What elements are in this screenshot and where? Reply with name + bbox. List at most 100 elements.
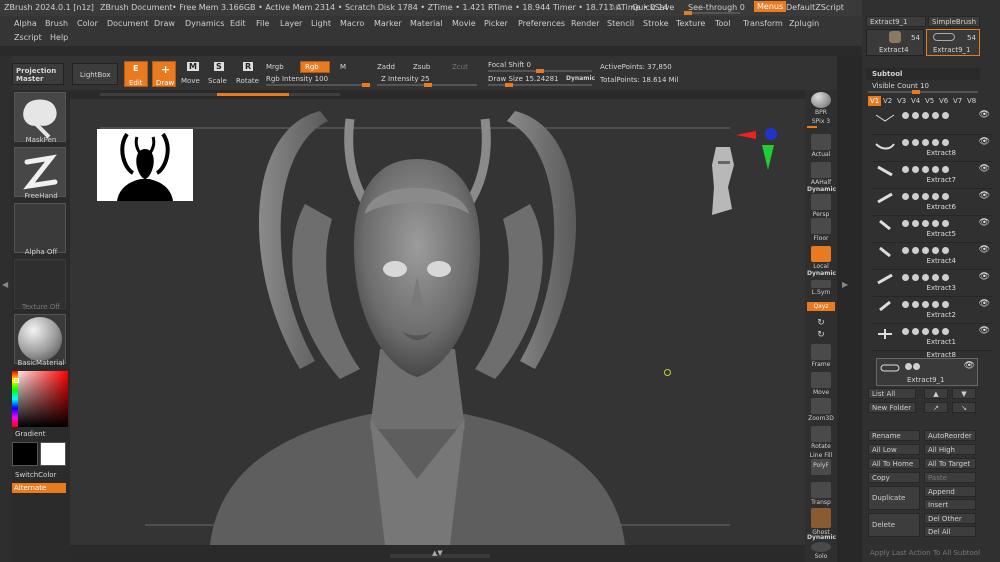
menu-render[interactable]: Render (571, 19, 599, 28)
visibility-eye-icon[interactable]: 👁 (979, 110, 990, 120)
all-low-button[interactable]: All Low (868, 444, 920, 455)
auto-reorder-button[interactable]: AutoReorder (924, 430, 976, 441)
visibility-eye-icon[interactable]: 👁 (979, 218, 990, 228)
spix-slider[interactable]: SPix 3 (807, 118, 835, 128)
draw-size-handle[interactable] (505, 83, 513, 87)
aahalf-button[interactable]: AAHalf (807, 162, 835, 186)
rgb-intensity-slider[interactable]: Rgb Intensity 100 (266, 75, 328, 83)
mrgb-button[interactable]: Mrgb (266, 63, 284, 71)
visible-count-slider[interactable]: Visible Count 10 (872, 82, 929, 90)
local-button[interactable]: Local (807, 246, 835, 270)
insert-button[interactable]: Insert (924, 499, 976, 510)
menu-macro[interactable]: Macro (340, 19, 364, 28)
menu-movie[interactable]: Movie (452, 19, 476, 28)
rename-button[interactable]: Rename (868, 430, 920, 441)
all-to-home-button[interactable]: All To Home (868, 458, 920, 469)
version-v8[interactable]: V8 (967, 97, 976, 105)
move-view-button[interactable]: Move (807, 372, 835, 396)
dynamic-sym-toggle[interactable]: Dynamic (807, 270, 836, 277)
left-tray-arrow-icon[interactable]: ◀ (2, 280, 10, 294)
rgb-button[interactable]: Rgb (300, 61, 330, 73)
primary-color-swatch[interactable] (12, 442, 38, 466)
menu-transform[interactable]: Transform (743, 19, 783, 28)
dynamic-toggle[interactable]: Dynamic (566, 75, 595, 82)
tool-slot-simplebrush[interactable]: SimpleBrush (928, 16, 980, 27)
transp-button[interactable]: Transp (807, 482, 835, 506)
menu-tool[interactable]: Tool (715, 19, 731, 28)
right-tray[interactable] (837, 56, 862, 562)
m-button[interactable]: M (340, 63, 346, 71)
del-all-button[interactable]: Del All (924, 526, 976, 537)
see-through-slider[interactable]: See-through 0 (688, 3, 745, 12)
frame-button[interactable]: Frame (807, 344, 835, 368)
axis-gizmo[interactable] (734, 125, 784, 175)
visibility-eye-icon[interactable]: 👁 (979, 272, 990, 282)
floor-button[interactable]: Floor (807, 218, 835, 242)
tool-thumb-extract9-1[interactable]: 54 Extract9_1 (926, 29, 980, 56)
menu-stencil[interactable]: Stencil (607, 19, 634, 28)
draw-button[interactable]: + Draw (152, 61, 176, 87)
visible-count-handle[interactable] (912, 90, 920, 94)
subtool-row[interactable]: 👁 (872, 108, 992, 135)
menus-button[interactable]: Menus (754, 1, 787, 12)
focal-shift-slider[interactable]: Focal Shift 0 (488, 61, 531, 69)
visibility-eye-icon[interactable]: 👁 (964, 361, 975, 371)
duplicate-button[interactable]: Duplicate (868, 486, 920, 510)
apply-last-action-button[interactable]: Apply Last Action To All Subtool (870, 549, 980, 557)
subtool-row[interactable]: 👁 Extract3 (872, 270, 992, 297)
move-out-arrow-icon[interactable]: ↘ (952, 402, 976, 413)
subtool-row-selected[interactable]: 👁 Extract9_1 (876, 358, 978, 386)
move-button[interactable]: M Move (181, 61, 203, 87)
visibility-eye-icon[interactable]: 👁 (979, 245, 990, 255)
version-v4[interactable]: V4 (911, 97, 920, 105)
alternate-button[interactable]: Alternate (12, 483, 66, 493)
list-all-button[interactable]: List All (868, 388, 916, 399)
dynamic-persp-toggle[interactable]: Dynamic (807, 186, 836, 193)
persp-button[interactable]: Persp (807, 194, 835, 218)
new-folder-button[interactable]: New Folder (868, 402, 916, 413)
menu-edit[interactable]: Edit (230, 19, 246, 28)
menu-stroke[interactable]: Stroke (643, 19, 669, 28)
tool-slot-extract9-1[interactable]: Extract9_1 (866, 16, 926, 27)
menu-alpha[interactable]: Alpha (14, 19, 37, 28)
qxyz-button[interactable]: Qxyz (807, 302, 835, 311)
draw-size-slider[interactable]: Draw Size 15.24281 (488, 75, 559, 83)
menu-document[interactable]: Document (107, 19, 148, 28)
subtool-row[interactable]: 👁 Extract4 (872, 243, 992, 270)
menu-help[interactable]: Help (50, 33, 68, 42)
visibility-eye-icon[interactable]: 👁 (979, 164, 990, 174)
menu-preferences[interactable]: Preferences (518, 19, 565, 28)
subtool-row[interactable]: 👁 Extract6 (872, 189, 992, 216)
move-down-arrow-icon[interactable]: ▼ (952, 388, 976, 399)
switch-color-button[interactable]: SwitchColor (15, 471, 56, 479)
menu-dynamics[interactable]: Dynamics (185, 19, 224, 28)
draw-size-track[interactable] (488, 84, 592, 86)
zsub-button[interactable]: Zsub (413, 63, 430, 71)
rotate-axis-2-icon[interactable]: ↻ (807, 330, 835, 340)
focal-shift-handle[interactable] (536, 69, 544, 73)
see-through-handle[interactable] (684, 11, 692, 15)
material-thumb[interactable] (14, 314, 66, 364)
bottom-tray-arrow-icon[interactable]: ▲▼ (432, 549, 443, 557)
projection-master-button[interactable]: Projection Master (12, 63, 64, 85)
rotate-button[interactable]: R Rotate (236, 61, 260, 87)
menu-picker[interactable]: Picker (484, 19, 508, 28)
menu-texture[interactable]: Texture (676, 19, 705, 28)
solo-button[interactable]: Solo (807, 542, 835, 560)
zcut-button[interactable]: Zcut (452, 63, 468, 71)
zoom3d-button[interactable]: Zoom3D (807, 398, 835, 422)
color-picker[interactable] (12, 371, 68, 427)
delete-button[interactable]: Delete (868, 513, 920, 537)
see-through-track[interactable] (684, 12, 740, 14)
menu-file[interactable]: File (256, 19, 269, 28)
all-high-button[interactable]: All High (924, 444, 976, 455)
rgb-intensity-handle[interactable] (362, 83, 370, 87)
menu-draw[interactable]: Draw (154, 19, 175, 28)
visibility-eye-icon[interactable]: 👁 (979, 191, 990, 201)
visible-count-track[interactable] (868, 91, 978, 93)
del-other-button[interactable]: Del Other (924, 513, 976, 524)
subtool-row[interactable]: 👁 Extract5 (872, 216, 992, 243)
menu-marker[interactable]: Marker (374, 19, 402, 28)
freehand-stroke-thumb[interactable] (14, 147, 66, 197)
append-button[interactable]: Append (924, 486, 976, 497)
